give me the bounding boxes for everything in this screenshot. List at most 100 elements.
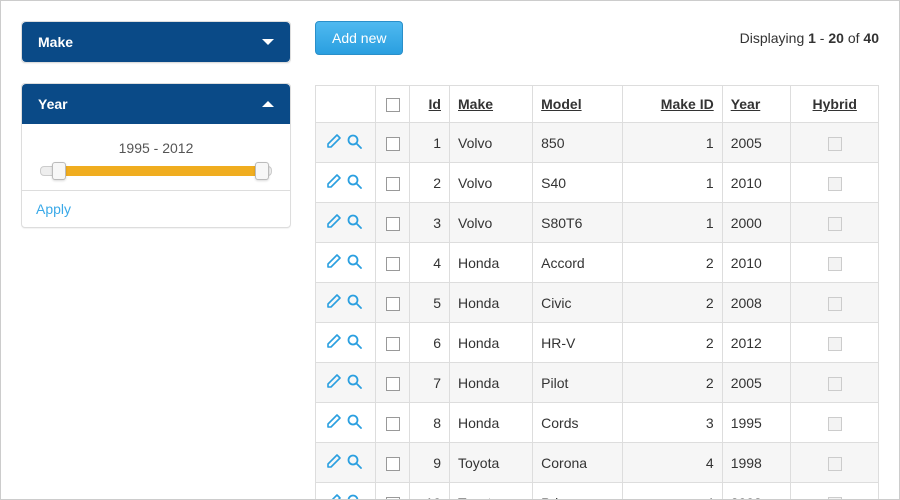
chevron-up-icon [262, 101, 274, 107]
filter-make-title: Make [38, 34, 73, 50]
edit-icon[interactable] [326, 413, 342, 429]
cell-hybrid [791, 203, 879, 243]
edit-icon[interactable] [326, 213, 342, 229]
cell-actions [316, 283, 376, 323]
main-content: Add new Displaying 1 - 20 of 40 Id Make … [315, 21, 879, 479]
cell-make: Honda [450, 403, 533, 443]
table-row: 4HondaAccord22010 [316, 243, 879, 283]
col-id[interactable]: Id [410, 86, 450, 123]
row-checkbox[interactable] [386, 297, 400, 311]
cell-make-id: 1 [622, 163, 722, 203]
filter-make-panel: Make [21, 21, 291, 63]
edit-icon[interactable] [326, 133, 342, 149]
view-icon[interactable] [346, 293, 362, 309]
sidebar: Make Year 1995 - 2012 Apply [21, 21, 291, 479]
edit-icon[interactable] [326, 373, 342, 389]
hybrid-checkbox [828, 217, 842, 231]
row-checkbox[interactable] [386, 457, 400, 471]
view-icon[interactable] [346, 413, 362, 429]
cell-model: Pilot [533, 363, 623, 403]
row-checkbox[interactable] [386, 137, 400, 151]
table-row: 1Volvo85012005 [316, 123, 879, 163]
cell-year: 2008 [722, 283, 791, 323]
filter-year-header[interactable]: Year [22, 84, 290, 124]
cell-make-id: 2 [622, 363, 722, 403]
filter-year-panel: Year 1995 - 2012 Apply [21, 83, 291, 228]
pager-info: Displaying 1 - 20 of 40 [740, 30, 879, 46]
col-make-id[interactable]: Make ID [622, 86, 722, 123]
col-year[interactable]: Year [722, 86, 791, 123]
slider-handle-min[interactable] [52, 162, 66, 180]
data-table: Id Make Model Make ID Year Hybrid 1 Volvo… [315, 85, 879, 500]
row-checkbox[interactable] [386, 217, 400, 231]
cell-model: S80T6 [533, 203, 623, 243]
add-new-button[interactable]: Add new [315, 21, 403, 55]
chevron-down-icon [262, 39, 274, 45]
col-make[interactable]: Make [450, 86, 533, 123]
row-checkbox[interactable] [386, 417, 400, 431]
cell-id: 7 [410, 363, 450, 403]
cell-actions [316, 363, 376, 403]
cell-make-id: 3 [622, 403, 722, 443]
cell-model: HR-V [533, 323, 623, 363]
edit-icon[interactable] [326, 293, 342, 309]
row-checkbox[interactable] [386, 177, 400, 191]
cell-make-id: 4 [622, 483, 722, 500]
table-row: 3VolvoS80T612000 [316, 203, 879, 243]
filter-year-title: Year [38, 96, 68, 112]
edit-icon[interactable] [326, 453, 342, 469]
cell-actions [316, 443, 376, 483]
cell-year: 2010 [722, 163, 791, 203]
view-icon[interactable] [346, 133, 362, 149]
view-icon[interactable] [346, 493, 362, 500]
cell-actions [316, 203, 376, 243]
cell-make-id: 1 [622, 123, 722, 163]
edit-icon[interactable] [326, 333, 342, 349]
cell-model: 850 [533, 123, 623, 163]
cell-year: 2005 [722, 363, 791, 403]
select-all-checkbox[interactable] [386, 98, 400, 112]
pager-total: 40 [863, 30, 879, 46]
apply-filter-link[interactable]: Apply [36, 201, 71, 217]
year-range-slider[interactable] [40, 166, 272, 176]
col-model[interactable]: Model [533, 86, 623, 123]
table-row: 7HondaPilot22005 [316, 363, 879, 403]
slider-range-fill [59, 166, 261, 176]
row-checkbox[interactable] [386, 337, 400, 351]
row-checkbox[interactable] [386, 257, 400, 271]
col-hybrid[interactable]: Hybrid [791, 86, 879, 123]
cell-make: Volvo [450, 203, 533, 243]
view-icon[interactable] [346, 253, 362, 269]
cell-actions [316, 403, 376, 443]
cell-make-id: 2 [622, 243, 722, 283]
cell-select [376, 403, 410, 443]
edit-icon[interactable] [326, 253, 342, 269]
view-icon[interactable] [346, 453, 362, 469]
cell-select [376, 243, 410, 283]
cell-make: Volvo [450, 123, 533, 163]
cell-make: Toyota [450, 443, 533, 483]
slider-handle-max[interactable] [255, 162, 269, 180]
view-icon[interactable] [346, 173, 362, 189]
cell-id: 9 [410, 443, 450, 483]
cell-year: 1998 [722, 443, 791, 483]
filter-make-header[interactable]: Make [22, 22, 290, 62]
cell-year: 2012 [722, 323, 791, 363]
row-checkbox[interactable] [386, 377, 400, 391]
cell-hybrid [791, 363, 879, 403]
cell-model: Prius [533, 483, 623, 500]
cell-id: 4 [410, 243, 450, 283]
cell-make: Honda [450, 323, 533, 363]
cell-make: Toyota [450, 483, 533, 500]
cell-hybrid [791, 283, 879, 323]
edit-icon[interactable] [326, 493, 342, 500]
table-row: 10ToyotaPrius42008 [316, 483, 879, 500]
view-icon[interactable] [346, 373, 362, 389]
table-row: 2VolvoS4012010 [316, 163, 879, 203]
cell-hybrid [791, 163, 879, 203]
edit-icon[interactable] [326, 173, 342, 189]
view-icon[interactable] [346, 333, 362, 349]
hybrid-checkbox [828, 457, 842, 471]
toolbar: Add new Displaying 1 - 20 of 40 [315, 21, 879, 55]
view-icon[interactable] [346, 213, 362, 229]
